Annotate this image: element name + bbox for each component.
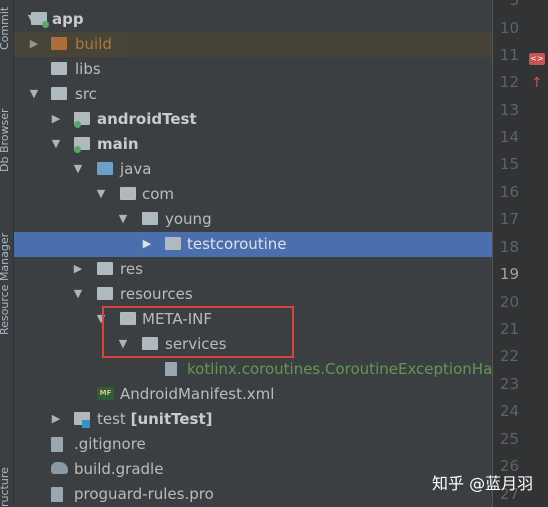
source-dot-icon bbox=[74, 146, 81, 153]
tree-item-label: testcoroutine bbox=[187, 235, 287, 253]
tree-item-app[interactable]: ▼ app bbox=[14, 7, 492, 32]
tree-item-label: app bbox=[52, 10, 84, 28]
chevron-right-icon[interactable]: ▶ bbox=[50, 412, 62, 426]
chevron-down-icon[interactable]: ▼ bbox=[28, 87, 40, 101]
package-icon bbox=[165, 237, 181, 250]
chevron-down-icon[interactable]: ▼ bbox=[72, 162, 84, 176]
gradle-elephant-icon bbox=[51, 462, 68, 474]
tree-item-label: proguard-rules.pro bbox=[74, 485, 214, 503]
tree-item-libs[interactable]: libs bbox=[14, 57, 492, 82]
tree-item-label: kotlinx.coroutines.CoroutineExceptionHan… bbox=[187, 360, 531, 378]
chevron-down-icon[interactable]: ▼ bbox=[72, 287, 84, 301]
chevron-down-icon[interactable]: ▼ bbox=[50, 137, 62, 151]
line-number: 18 bbox=[499, 238, 519, 256]
tree-item-java[interactable]: ▼ java bbox=[14, 157, 492, 182]
file-icon bbox=[51, 487, 63, 502]
tree-item-test[interactable]: ▶ test [unitTest] bbox=[14, 407, 492, 432]
module-dot-icon bbox=[42, 21, 49, 28]
folder-icon bbox=[51, 37, 67, 50]
tree-item-build[interactable]: ▶ build bbox=[14, 32, 492, 57]
tree-item-label: build.gradle bbox=[74, 460, 164, 478]
line-number: 23 bbox=[499, 375, 519, 393]
source-dot-icon bbox=[74, 121, 81, 128]
package-icon bbox=[120, 187, 136, 200]
folder-icon bbox=[51, 87, 67, 100]
implemented-arrow-icon[interactable]: ↑ bbox=[531, 76, 543, 90]
chevron-right-icon[interactable]: ▶ bbox=[28, 37, 40, 51]
tree-item-label: libs bbox=[75, 60, 101, 78]
tree-item-com[interactable]: ▼ com bbox=[14, 182, 492, 207]
manifest-file-icon: MF bbox=[97, 387, 114, 400]
chevron-right-icon[interactable]: ▶ bbox=[141, 237, 153, 251]
line-number: 21 bbox=[499, 320, 519, 338]
chevron-down-icon[interactable]: ▼ bbox=[117, 212, 129, 226]
line-number: 14 bbox=[499, 128, 519, 146]
tree-item-label: young bbox=[165, 210, 212, 228]
commit-tab[interactable]: Commit bbox=[0, 7, 11, 50]
structure-tab[interactable]: ructure bbox=[0, 467, 11, 507]
source-folder-icon bbox=[97, 162, 113, 175]
resource-folder-icon bbox=[97, 287, 113, 300]
tree-item-gitignore[interactable]: .gitignore bbox=[14, 432, 492, 457]
line-number: 13 bbox=[499, 101, 519, 119]
tree-item-label: androidTest bbox=[97, 110, 197, 128]
resource-manager-tab[interactable]: Resource Manager bbox=[0, 233, 11, 335]
project-tree: ▼ app ▶ build libs ▼ src ▶ androidTest ▼… bbox=[14, 0, 531, 507]
tree-item-label: build bbox=[75, 35, 112, 53]
test-source-icon bbox=[82, 420, 90, 428]
left-tool-strip: Commit Db Browser Resource Manager ructu… bbox=[0, 0, 14, 507]
highlight-box bbox=[102, 306, 294, 358]
resource-folder-icon bbox=[97, 262, 113, 275]
tree-item-androidtest[interactable]: ▶ androidTest bbox=[14, 107, 492, 132]
line-number: 12 bbox=[499, 73, 519, 91]
tree-item-label: main bbox=[97, 135, 139, 153]
chevron-right-icon[interactable]: ▶ bbox=[72, 262, 84, 276]
tree-item-label: resources bbox=[120, 285, 193, 303]
chevron-down-icon[interactable]: ▼ bbox=[95, 187, 107, 201]
tree-item-service-file[interactable]: kotlinx.coroutines.CoroutineExceptionHan… bbox=[14, 357, 531, 382]
tree-item-res[interactable]: ▶ res bbox=[14, 257, 492, 282]
tree-item-label: test [unitTest] bbox=[97, 410, 213, 428]
current-line-number: 19 bbox=[499, 265, 519, 283]
line-number: 24 bbox=[499, 402, 519, 420]
line-number: 10 bbox=[499, 19, 519, 37]
tree-item-label: .gitignore bbox=[74, 435, 146, 453]
tree-item-label: java bbox=[120, 160, 152, 178]
line-number: 11 bbox=[499, 46, 519, 64]
tree-item-proguard[interactable]: proguard-rules.pro bbox=[14, 482, 492, 507]
editor-gutter: 3 10 11 12 13 14 15 16 17 18 19 20 21 22… bbox=[492, 0, 548, 507]
tree-item-label: AndroidManifest.xml bbox=[120, 385, 275, 403]
file-icon bbox=[165, 362, 177, 376]
tree-item-label: src bbox=[75, 85, 97, 103]
line-number: 3 bbox=[509, 0, 519, 9]
line-number: 16 bbox=[499, 183, 519, 201]
tree-item-label: res bbox=[120, 260, 143, 278]
tree-item-testcoroutine[interactable]: ▶ testcoroutine bbox=[14, 232, 492, 257]
override-marker-icon[interactable]: <> bbox=[529, 53, 545, 65]
line-number: 15 bbox=[499, 155, 519, 173]
chevron-right-icon[interactable]: ▶ bbox=[50, 112, 62, 126]
watermark: 知乎 @蓝月羽 bbox=[432, 474, 534, 493]
tree-item-young[interactable]: ▼ young bbox=[14, 207, 492, 232]
tree-item-label: com bbox=[142, 185, 175, 203]
tree-item-src[interactable]: ▼ src bbox=[14, 82, 492, 107]
tree-item-resources[interactable]: ▼ resources bbox=[14, 282, 492, 307]
db-browser-tab[interactable]: Db Browser bbox=[0, 108, 11, 172]
package-icon bbox=[142, 212, 158, 225]
folder-icon bbox=[51, 62, 67, 75]
line-number: 22 bbox=[499, 347, 519, 365]
tree-item-android-manifest[interactable]: MF AndroidManifest.xml bbox=[14, 382, 492, 407]
tree-item-build-gradle[interactable]: build.gradle bbox=[14, 457, 492, 482]
tree-item-main[interactable]: ▼ main bbox=[14, 132, 492, 157]
line-number: 25 bbox=[499, 430, 519, 448]
line-number: 17 bbox=[499, 210, 519, 228]
line-number: 20 bbox=[499, 293, 519, 311]
gitignore-file-icon bbox=[51, 437, 63, 452]
